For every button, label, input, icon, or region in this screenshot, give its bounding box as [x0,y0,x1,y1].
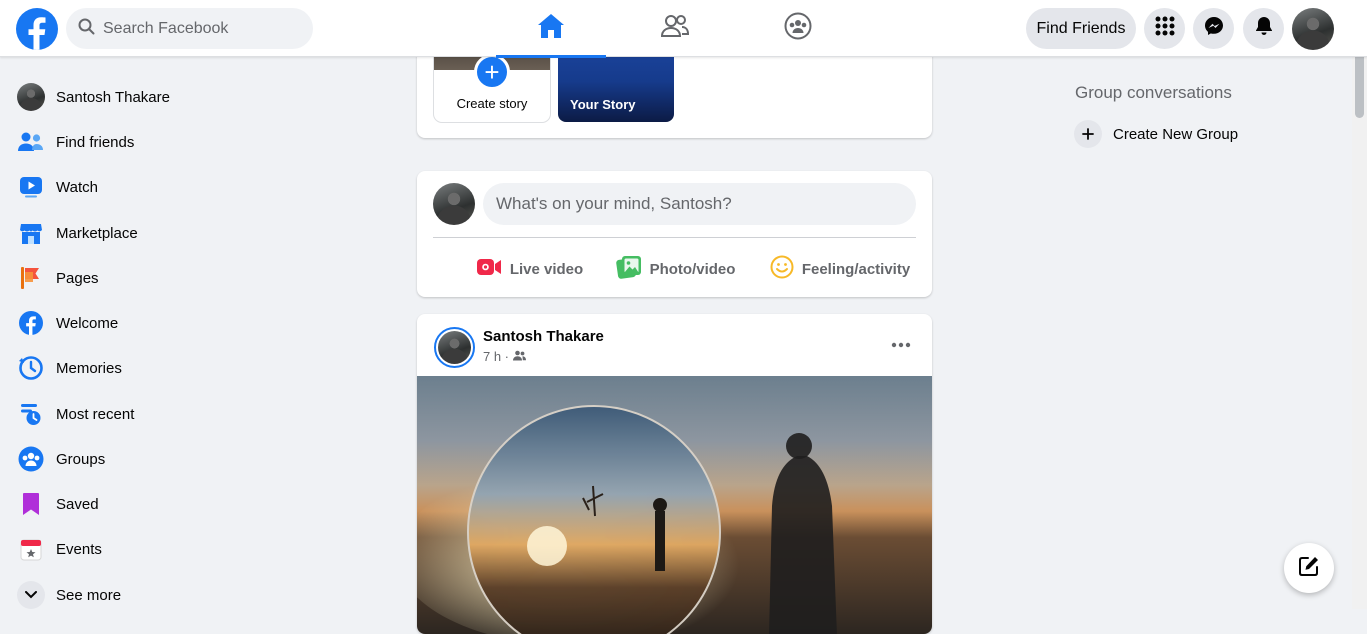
sidebar-item-label: Saved [56,495,99,513]
facebook-logo-icon[interactable] [16,8,58,50]
post-photo-illustration [417,405,837,634]
sidebar-item-memories[interactable]: Memories [8,346,348,390]
plus-icon: + [474,54,510,90]
sidebar-item-pages[interactable]: Pages [8,256,348,300]
sidebar-item-profile[interactable]: Santosh Thakare [8,75,348,119]
feeling-activity-button[interactable]: Feeling/activity [760,249,920,289]
composer-avatar[interactable] [433,183,475,225]
composer-input[interactable]: What's on your mind, Santosh? [483,183,916,225]
page-scrollbar[interactable] [1352,44,1367,609]
live-video-label: Live video [509,260,584,278]
search-input[interactable] [103,19,293,38]
bell-icon [1255,16,1273,41]
live-video-button[interactable]: Live video [447,249,612,289]
find-friends-button[interactable]: Find Friends [1026,8,1136,49]
plus-icon [1074,120,1102,148]
tab-friends[interactable] [620,0,730,57]
feeling-activity-label: Feeling/activity [801,260,911,278]
home-icon [537,13,565,44]
sidebar-item-label: Groups [56,450,106,468]
sidebar-item-label: Watch [56,178,98,196]
bookmark-icon [16,489,46,519]
sidebar-item-label: Memories [56,359,122,377]
sidebar-item-label: Find friends [56,133,135,151]
post-composer: What's on your mind, Santosh? Live video… [417,171,932,297]
groups-icon [16,444,46,474]
photo-video-button[interactable]: Photo/video [603,249,748,289]
photo-video-icon [615,255,642,284]
most-recent-icon [16,399,46,429]
smile-icon [770,255,794,284]
messenger-button[interactable] [1193,8,1234,49]
profile-avatar [17,83,45,111]
post-meta: 7 h · [483,349,527,364]
tab-home[interactable] [496,0,606,58]
pages-flag-icon [16,263,46,293]
friends-audience-icon[interactable] [513,349,527,364]
groups-icon [784,12,812,45]
watch-icon [16,172,46,202]
feed-post: Santosh Thakare 7 h · [417,314,932,634]
sidebar-item-label: Pages [56,269,99,287]
create-story-label: Create story [456,96,528,111]
sidebar-item-welcome[interactable]: Welcome [8,301,348,345]
sidebar-item-label: Santosh Thakare [56,88,170,106]
compose-edit-icon [1298,555,1320,582]
live-video-icon [476,257,502,282]
post-photo[interactable] [417,376,932,634]
search-icon [78,18,95,40]
divider [433,237,916,238]
notifications-button[interactable] [1243,8,1284,49]
new-message-button[interactable] [1284,543,1334,593]
marketplace-icon [16,218,46,248]
post-author-avatar [438,331,471,364]
messenger-icon [1204,16,1224,41]
sidebar-item-see-more[interactable]: See more [8,573,348,617]
create-new-group-button[interactable]: Create New Group [1068,114,1328,154]
search-box[interactable] [66,8,313,49]
calendar-icon [16,534,46,564]
sidebar-item-saved[interactable]: Saved [8,482,348,526]
grid-menu-icon [1155,16,1175,41]
account-avatar[interactable] [1292,8,1334,50]
photo-video-label: Photo/video [649,260,736,278]
facebook-icon [16,308,46,338]
sidebar-item-most-recent[interactable]: Most recent [8,392,348,436]
group-conversations-heading: Group conversations [1075,83,1232,102]
post-time[interactable]: 7 h · [483,349,509,364]
top-navigation-bar: Find Friends [0,0,1367,58]
sidebar-item-label: See more [56,586,122,604]
tab-groups[interactable] [743,0,853,57]
sidebar-item-label: Events [56,540,102,558]
menu-grid-button[interactable] [1144,8,1185,49]
sidebar-item-label: Most recent [56,405,135,423]
sidebar-item-label: Marketplace [56,224,138,242]
chevron-down-icon [17,581,45,609]
friends-icon [16,127,46,157]
friends-icon [660,14,690,43]
post-author-name[interactable]: Santosh Thakare [483,328,604,345]
sidebar-item-watch[interactable]: Watch [8,165,348,209]
sidebar-item-find-friends[interactable]: Find friends [8,120,348,164]
your-story-label: Your Story [570,97,636,112]
sidebar-item-events[interactable]: Events [8,527,348,571]
sidebar-item-groups[interactable]: Groups [8,437,348,481]
sidebar-item-marketplace[interactable]: Marketplace [8,211,348,255]
sidebar-item-label: Welcome [56,314,119,332]
more-options-icon[interactable] [883,334,919,356]
post-author-avatar-ring[interactable] [434,327,475,368]
memories-clock-icon [16,353,46,383]
create-new-group-label: Create New Group [1113,125,1239,143]
